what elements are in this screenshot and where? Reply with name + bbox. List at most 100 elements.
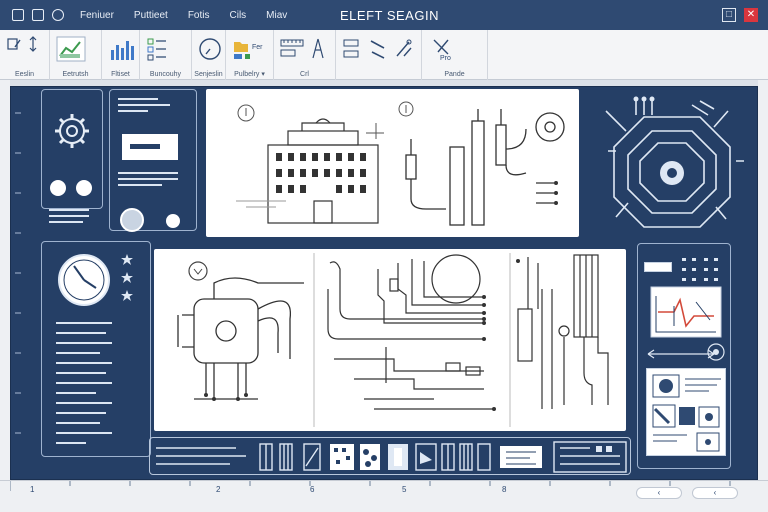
wrench-button[interactable]: [368, 36, 388, 62]
menu-item-cils[interactable]: Cils: [230, 10, 247, 21]
text-line: [56, 332, 106, 334]
bar-chart-icon: [111, 41, 134, 60]
ruler-tick: 6: [310, 485, 315, 494]
target-small-icon: [707, 343, 725, 361]
vertical-arrows-button[interactable]: [28, 36, 38, 52]
text-line: [56, 342, 112, 344]
link-icon: [396, 39, 412, 57]
map-chart-icon: [56, 36, 86, 62]
folder-icon: Fer: [234, 42, 263, 59]
text-line: [56, 322, 112, 324]
window-title: ELEFT SEAGIN: [340, 8, 439, 23]
pen-button[interactable]: [342, 36, 362, 62]
ruler-tick: 8: [502, 485, 507, 494]
tools-button[interactable]: Pro: [428, 36, 458, 62]
text-line: [56, 382, 112, 384]
toggle-knob[interactable]: [120, 208, 144, 232]
text-line: [56, 432, 112, 434]
text-line: [118, 184, 162, 186]
ruler-icon: [280, 39, 304, 57]
value-field[interactable]: [644, 262, 672, 272]
text-line: [49, 215, 89, 217]
menu-item-puttieet[interactable]: Puttieet: [134, 10, 168, 21]
vertical-ruler: [15, 112, 21, 434]
properties-panel[interactable]: [109, 89, 197, 232]
star-rating: [121, 254, 133, 301]
indicator-dot: [50, 180, 66, 196]
fer-label: Fer: [252, 44, 263, 51]
ribbon-group-pande: Pro Pande: [422, 30, 488, 80]
map-chart-button[interactable]: [56, 36, 86, 62]
ribbon-group-drawing: [336, 30, 422, 80]
close-button[interactable]: ✕: [744, 8, 758, 22]
text-line: [56, 372, 106, 374]
chevron-down-icon[interactable]: ▾: [261, 71, 265, 78]
ribbon-group-buncouhy: Buncouhy: [140, 30, 192, 80]
ribbon-toolbar: Eeslin Eetrutsh Fltiset Buncouhy Senjesl…: [0, 30, 768, 80]
text-line: [118, 104, 170, 106]
text-line: [56, 412, 106, 414]
edit-grid-button[interactable]: [6, 36, 22, 52]
next-page-button[interactable]: ‹: [692, 487, 738, 499]
edit-grid-icon: [7, 38, 21, 50]
status-bar: 1 2 6 5 8 ‹ ‹: [0, 480, 768, 512]
ribbon-group-crl: Crl: [274, 30, 336, 80]
target-diagram: [605, 96, 744, 228]
controls-panel[interactable]: [637, 243, 731, 469]
text-line: [49, 221, 83, 223]
gauge-button[interactable]: [198, 36, 222, 62]
ribbon-group-label: Fltiset: [111, 71, 130, 78]
text-line: [56, 442, 86, 444]
text-line: [56, 402, 112, 404]
bar-chart-button[interactable]: [108, 36, 136, 62]
ruler-button[interactable]: [280, 36, 304, 62]
checklist-icon: [147, 38, 166, 61]
gauge-list-panel[interactable]: [41, 241, 151, 457]
link-button[interactable]: [394, 36, 414, 62]
compass-button[interactable]: [310, 36, 326, 62]
gear-panel[interactable]: [41, 89, 103, 209]
window-controls: □ ✕: [722, 8, 758, 22]
undo-icon[interactable]: [52, 9, 64, 21]
tools-icon: Pro: [433, 39, 451, 62]
save-icon[interactable]: [32, 9, 44, 21]
bottom-tool-strip: [149, 437, 631, 475]
ribbon-group-label: Senjeslin: [194, 71, 223, 78]
drawing-canvas[interactable]: [10, 86, 758, 480]
folder-button[interactable]: Fer: [232, 36, 268, 62]
ribbon-group-label: Eetrutsh: [62, 71, 89, 78]
document-icon[interactable]: [12, 9, 24, 21]
text-line: [118, 178, 178, 180]
ribbon-group-senjeslin: Senjeslin: [192, 30, 226, 80]
ribbon-group-label: Pulbelry ▾: [226, 70, 273, 78]
schematic-drawing-sheet[interactable]: [154, 249, 626, 431]
property-swatch[interactable]: [122, 134, 178, 160]
ribbon-group-pulbelry: Fer Pulbelry ▾: [226, 30, 274, 80]
vertical-arrows-icon: [29, 36, 37, 52]
building-drawing-sheet[interactable]: [206, 89, 579, 237]
menu-bar: Feniuer Puttieet Fotis Cils Miav: [80, 10, 287, 21]
signal-chart-icon: [650, 286, 722, 338]
menu-item-miav[interactable]: Miav: [266, 10, 287, 21]
component-palette[interactable]: [150, 438, 632, 476]
text-line: [56, 362, 112, 364]
indicator-dot: [76, 180, 92, 196]
ribbon-group-label: Pande: [444, 71, 465, 78]
indicator-dot: [166, 214, 180, 228]
maximize-button[interactable]: □: [722, 8, 736, 22]
preview-card[interactable]: [646, 368, 726, 456]
pro-label: Pro: [440, 55, 451, 62]
prev-page-button[interactable]: ‹: [636, 487, 682, 499]
checklist-button[interactable]: [146, 36, 170, 62]
ruler-tick: 5: [402, 485, 407, 494]
preview-thumbnails: [652, 374, 721, 452]
gear-icon: [55, 114, 89, 148]
ribbon-group-eeslin: Eeslin: [0, 30, 50, 80]
pen-icon: [343, 39, 359, 58]
ribbon-group-label: Buncouhy: [149, 71, 182, 78]
text-line: [118, 98, 158, 100]
menu-item-feniuer[interactable]: Feniuer: [80, 10, 114, 21]
swatch-bar: [130, 144, 160, 149]
menu-item-fotis[interactable]: Fotis: [188, 10, 210, 21]
quick-access: [0, 9, 64, 21]
